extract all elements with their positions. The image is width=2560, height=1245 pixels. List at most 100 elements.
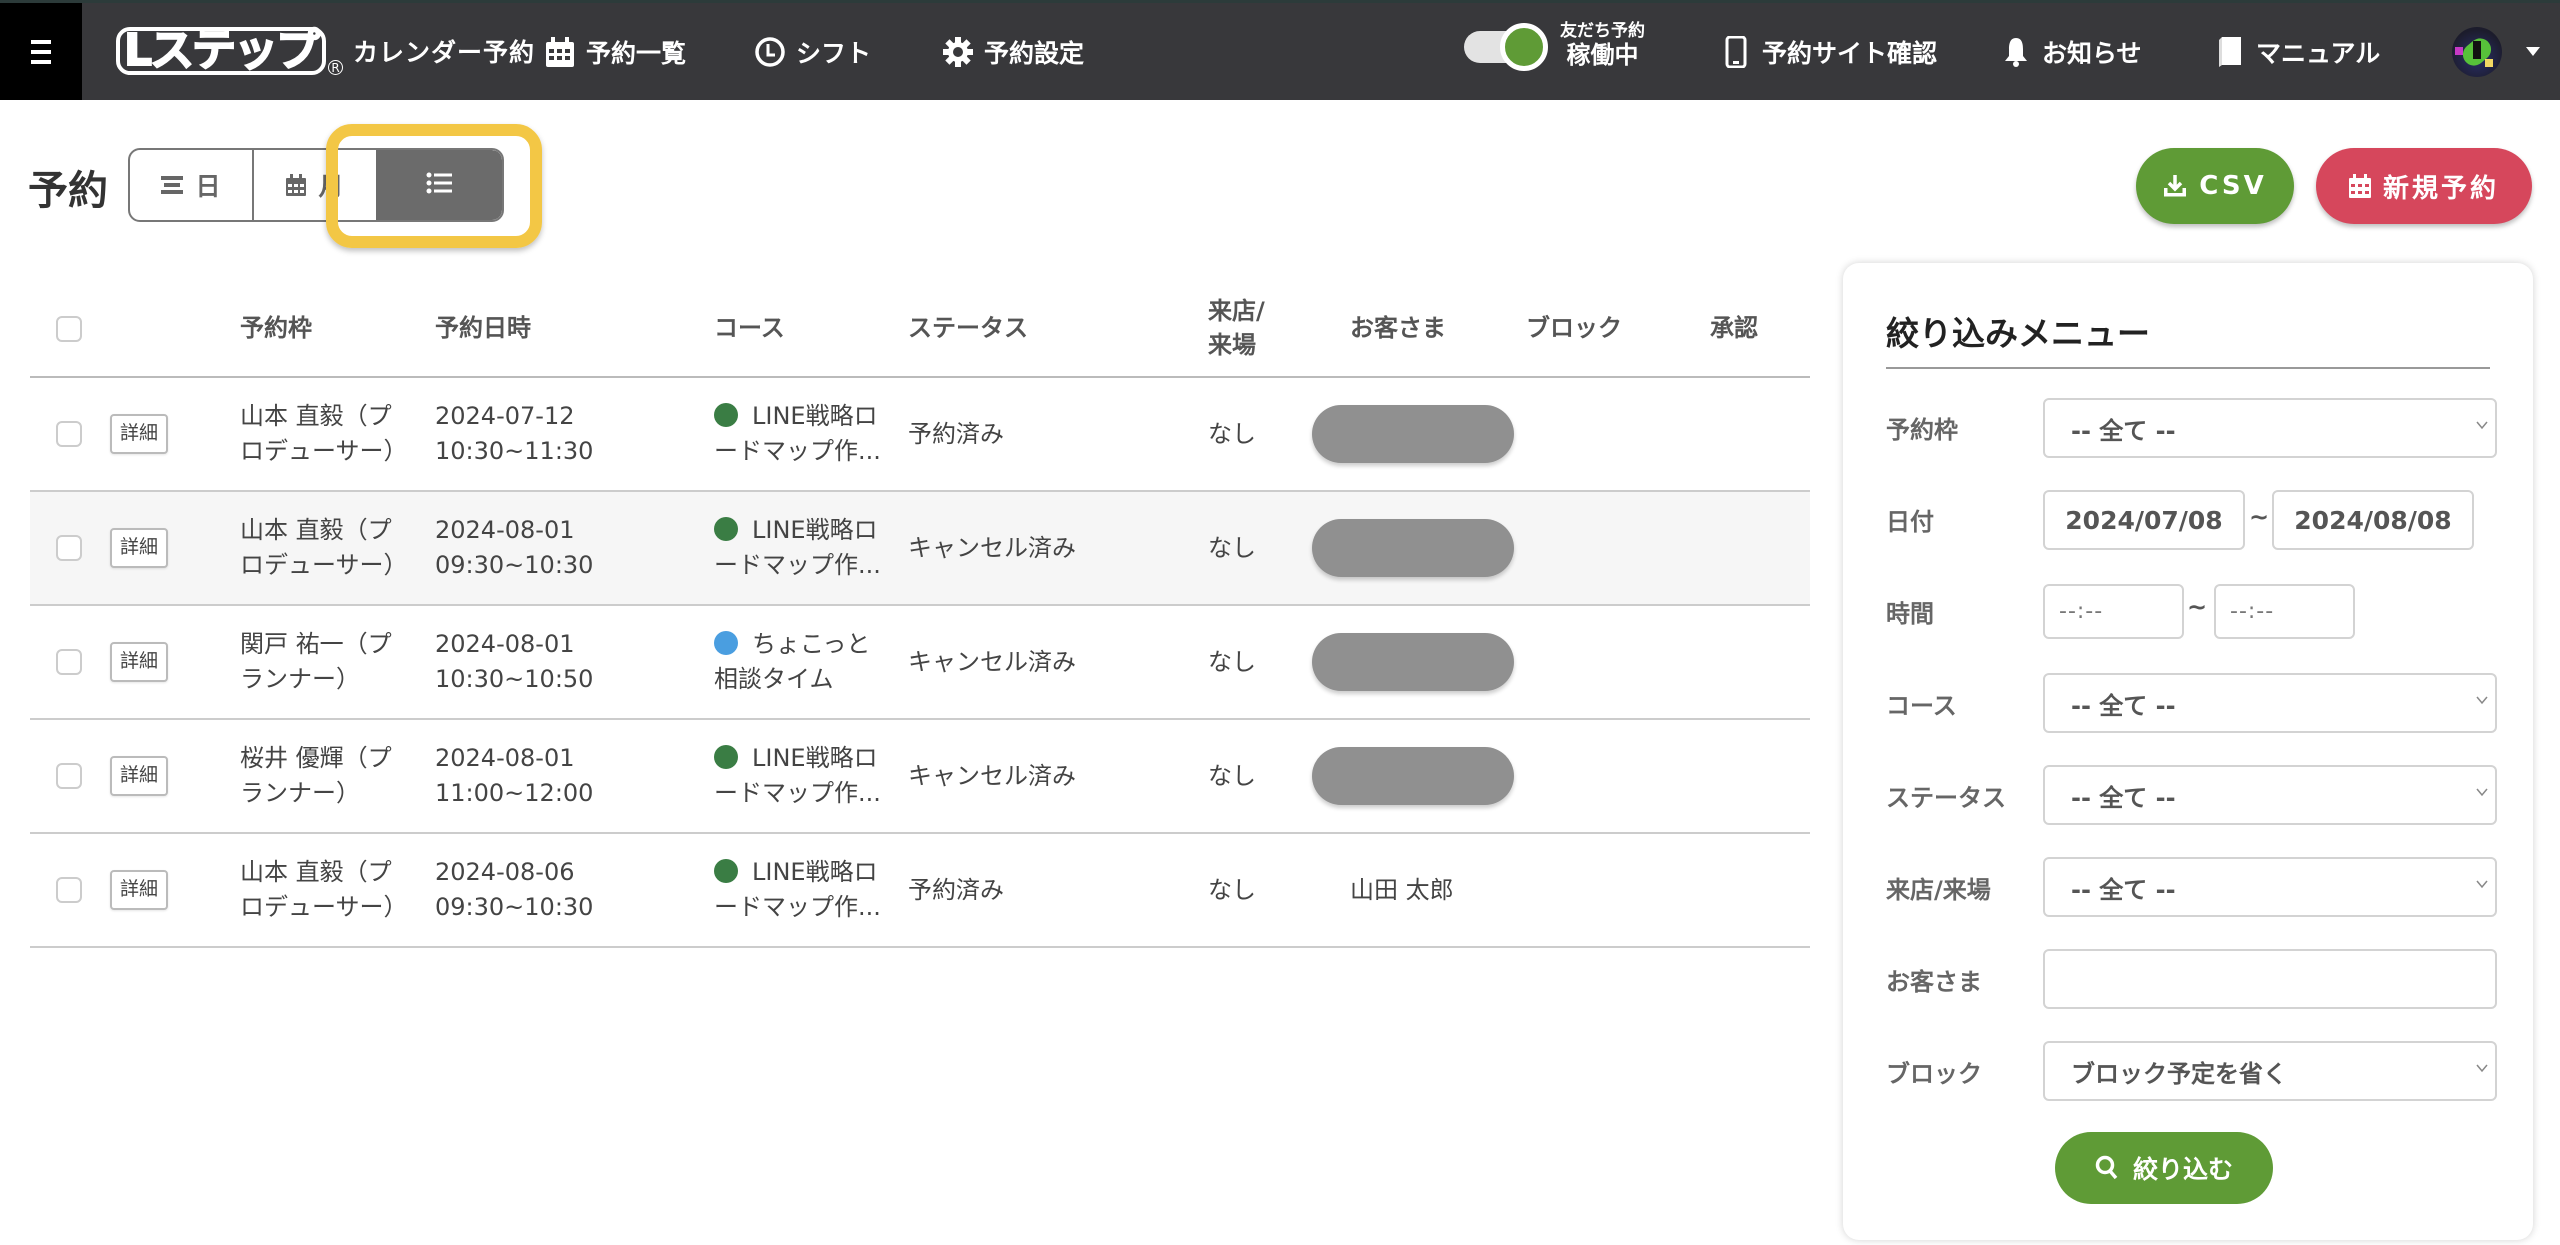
- nav-shift[interactable]: シフト: [754, 3, 871, 100]
- row-frame: 山本 直毅（プロデューサー）: [240, 492, 410, 604]
- filter-block-value: ブロック予定を省く: [2071, 1059, 2287, 1088]
- row-course: LINE戦略ロードマップ作...: [714, 720, 890, 832]
- nav-manual[interactable]: マニュアル: [2214, 3, 2380, 100]
- select-all-cell: [56, 280, 82, 378]
- course-text: LINE戦略ロードマップ作...: [714, 402, 881, 465]
- row-status: キャンセル済み: [908, 720, 1076, 832]
- logo[interactable]: Lステップ R カレンダー予約: [116, 25, 535, 77]
- toggle-status: 稼働中: [1566, 41, 1639, 70]
- filter-frame-label: 予約枠: [1886, 416, 1958, 444]
- column-header-course[interactable]: コース: [714, 280, 785, 378]
- view-day-button[interactable]: 日: [130, 150, 254, 220]
- column-header-block[interactable]: ブロック: [1526, 280, 1622, 378]
- filter-course-select[interactable]: -- 全て --: [2043, 673, 2497, 733]
- filter-title: 絞り込みメニュー: [1886, 307, 2490, 369]
- course-color-dot: [714, 403, 738, 428]
- nav-reservation-list[interactable]: 予約一覧: [544, 3, 686, 100]
- filter-frame-value: -- 全て --: [2071, 416, 2176, 445]
- row-time: 09:30~10:30: [435, 893, 594, 921]
- customer-name-redacted: [1312, 519, 1514, 577]
- table-row[interactable]: 詳細 山本 直毅（プロデューサー） 2024-08-06 09:30~10:30 LIN…: [30, 834, 1810, 948]
- row-datetime: 2024-08-01 10:30~10:50: [435, 606, 615, 718]
- column-header-status[interactable]: ステータス: [908, 280, 1028, 378]
- row-checkbox[interactable]: [56, 649, 82, 675]
- nav-notifications[interactable]: お知らせ: [2000, 3, 2142, 100]
- new-reservation-button[interactable]: 新規予約: [2316, 148, 2532, 224]
- book-icon: [2214, 36, 2246, 68]
- filter-date-from[interactable]: 2024/07/08: [2043, 490, 2245, 550]
- column-header-approval[interactable]: 承認: [1710, 280, 1758, 378]
- row-detail-cell: 詳細: [110, 378, 169, 490]
- filter-status-value: -- 全て --: [2071, 783, 2176, 812]
- hamburger-menu-button[interactable]: [0, 3, 82, 100]
- row-select-cell: [56, 720, 82, 832]
- column-header-datetime[interactable]: 予約日時: [435, 280, 615, 378]
- row-status: 予約済み: [908, 378, 1004, 490]
- customer-name[interactable]: 山田 太郎: [1350, 873, 1454, 908]
- filter-submit-label: 絞り込む: [2132, 1155, 2233, 1184]
- select-all-checkbox[interactable]: [56, 316, 82, 342]
- column-header-frame[interactable]: 予約枠: [240, 280, 410, 378]
- row-customer: [1312, 720, 1514, 832]
- customer-name-redacted: [1312, 747, 1514, 805]
- filter-visit-select[interactable]: -- 全て --: [2043, 857, 2497, 917]
- detail-button[interactable]: 詳細: [110, 756, 169, 796]
- detail-button[interactable]: 詳細: [110, 870, 169, 910]
- list-icon: [426, 171, 452, 200]
- filter-frame-select[interactable]: -- 全て --: [2043, 398, 2497, 458]
- clock-icon: [754, 36, 786, 68]
- row-frame: 桜井 優輝（プランナー）: [240, 720, 410, 832]
- nav-check-reservation-site[interactable]: 予約サイト確認: [1720, 3, 1937, 100]
- row-detail-cell: 詳細: [110, 720, 169, 832]
- filter-block-select[interactable]: ブロック予定を省く: [2043, 1041, 2497, 1101]
- status-text: キャンセル済み: [908, 761, 1076, 790]
- row-datetime: 2024-07-12 10:30~11:30: [435, 378, 615, 490]
- filter-date-to[interactable]: 2024/08/08: [2272, 490, 2474, 550]
- filter-status-label: ステータス: [1886, 784, 2006, 812]
- user-avatar[interactable]: [2452, 27, 2502, 77]
- detail-button[interactable]: 詳細: [110, 642, 169, 682]
- calendar-icon: [286, 174, 307, 196]
- csv-download-button[interactable]: CSV: [2136, 148, 2294, 224]
- row-detail-cell: 詳細: [110, 606, 169, 718]
- column-header-customer[interactable]: お客さま: [1350, 280, 1446, 378]
- friend-reservation-toggle[interactable]: [1460, 22, 1550, 71]
- table-row[interactable]: 詳細 山本 直毅（プロデューサー） 2024-08-01 09:30~10:30 LIN…: [30, 492, 1810, 606]
- row-frame: 関戸 祐一（プランナー）: [240, 606, 410, 718]
- course-color-dot: [714, 631, 738, 656]
- row-datetime: 2024-08-01 09:30~10:30: [435, 492, 615, 604]
- column-header-visit[interactable]: 来店/来場: [1208, 280, 1278, 378]
- detail-button[interactable]: 詳細: [110, 414, 169, 454]
- nav-label: お知らせ: [2042, 38, 2142, 68]
- table-row[interactable]: 詳細 関戸 祐一（プランナー） 2024-08-01 10:30~10:50 ちょこっと…: [30, 606, 1810, 720]
- row-visit: なし: [1208, 606, 1256, 718]
- filter-customer-input[interactable]: [2043, 949, 2497, 1009]
- chevron-down-icon: [2476, 696, 2488, 705]
- status-text: 予約済み: [908, 875, 1004, 904]
- view-list-button[interactable]: [376, 150, 502, 220]
- row-customer: [1312, 492, 1514, 604]
- row-checkbox[interactable]: [56, 535, 82, 561]
- new-reservation-label: 新規予約: [2382, 173, 2499, 204]
- course-color-dot: [714, 745, 738, 770]
- course-color-dot: [714, 859, 738, 884]
- filter-time-from[interactable]: --:--: [2043, 584, 2184, 639]
- row-checkbox[interactable]: [56, 763, 82, 789]
- table-row[interactable]: 詳細 桜井 優輝（プランナー） 2024-08-01 11:00~12:00 LINE戦…: [30, 720, 1810, 834]
- detail-button[interactable]: 詳細: [110, 528, 169, 568]
- filter-status-select[interactable]: -- 全て --: [2043, 765, 2497, 825]
- chevron-down-icon[interactable]: [2526, 47, 2540, 56]
- row-detail-cell: 詳細: [110, 492, 169, 604]
- filter-time-to[interactable]: --:--: [2214, 584, 2355, 639]
- nav-reservation-settings[interactable]: 予約設定: [942, 3, 1084, 100]
- frame-text: 関戸 祐一（プランナー）: [240, 630, 392, 693]
- table-row[interactable]: 詳細 山本 直毅（プロデューサー） 2024-07-12 10:30~11:30 LIN…: [30, 378, 1810, 492]
- course-text: LINE戦略ロードマップ作...: [714, 858, 881, 921]
- filter-submit-button[interactable]: 絞り込む: [2055, 1132, 2273, 1204]
- row-course: LINE戦略ロードマップ作...: [714, 378, 890, 490]
- row-visit: なし: [1208, 720, 1256, 832]
- view-month-button[interactable]: 月: [254, 150, 376, 220]
- row-checkbox[interactable]: [56, 421, 82, 447]
- row-checkbox[interactable]: [56, 877, 82, 903]
- logo-subtitle: カレンダー予約: [353, 38, 536, 67]
